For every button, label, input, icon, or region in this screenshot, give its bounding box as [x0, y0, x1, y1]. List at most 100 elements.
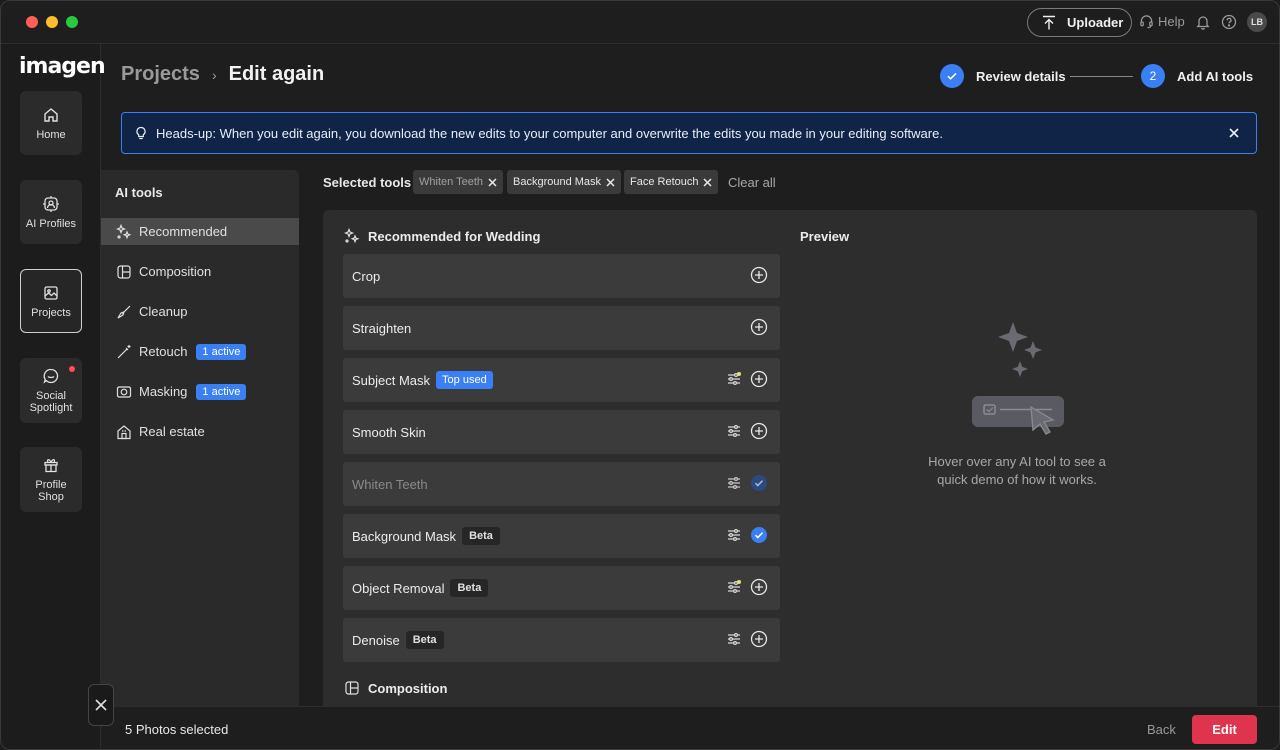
active-count-badge: 1 active [196, 343, 247, 360]
add-circle-icon[interactable] [750, 370, 768, 388]
social-spotlight-icon [43, 368, 59, 384]
chip-face-retouch: Face Retouch [624, 170, 719, 194]
beta-tag: Beta [405, 631, 444, 649]
tool-row-crop[interactable]: Crop [343, 254, 780, 298]
left-rail: imagen Home AI Profiles Projects Social … [1, 44, 106, 749]
category-retouch[interactable]: Retouch 1 active [101, 338, 299, 365]
tool-row-smooth-skin[interactable]: Smooth Skin [343, 410, 780, 454]
chip-label: Whiten Teeth [419, 176, 484, 188]
tool-name: Crop [352, 268, 381, 284]
projects-icon [44, 285, 58, 300]
chip-whiten-teeth: Whiten Teeth [413, 170, 504, 194]
ai-profiles-icon [43, 195, 59, 212]
chip-background-mask: Background Mask [507, 170, 622, 194]
settings-sliders-icon[interactable] [726, 527, 742, 543]
upload-icon [1043, 15, 1055, 29]
minimize-window-button[interactable] [46, 16, 58, 28]
close-panel-button[interactable] [88, 684, 114, 726]
bottom-bar: 5 Photos selected Back Edit [101, 706, 1279, 749]
home-icon [44, 107, 58, 122]
wand-icon [117, 344, 131, 358]
rail-item-projects[interactable]: Projects [20, 269, 82, 333]
back-button[interactable]: Back [1147, 722, 1176, 737]
rail-item-social-spotlight[interactable]: Social Spotlight [20, 358, 82, 423]
rail-label-home: Home [36, 128, 66, 141]
add-circle-icon[interactable] [750, 266, 768, 284]
help-link[interactable]: Help [1139, 14, 1185, 29]
step-connector [1070, 76, 1133, 77]
settings-sliders-icon[interactable] [726, 579, 742, 595]
settings-sliders-icon[interactable] [726, 423, 742, 439]
category-label: Masking [139, 384, 188, 399]
preview-title: Preview [800, 229, 850, 244]
chip-label: Background Mask [513, 176, 602, 188]
tool-name: Object Removal [352, 580, 445, 596]
step-review-details[interactable]: Review details [940, 64, 1066, 88]
rail-label-social-spotlight: Social Spotlight [29, 390, 73, 414]
category-masking[interactable]: Masking 1 active [101, 378, 299, 405]
category-real-estate[interactable]: Real estate [101, 418, 299, 445]
app-window: Uploader Help LB imagen Home AI Profiles… [0, 0, 1280, 750]
title-bar: Uploader Help LB [1, 1, 1279, 44]
category-cleanup[interactable]: Cleanup [101, 298, 299, 325]
clear-all-button[interactable]: Clear all [728, 175, 776, 190]
edit-button[interactable]: Edit [1192, 715, 1257, 744]
page-title: Edit again [228, 63, 325, 85]
chevron-right-icon: › [211, 66, 217, 83]
category-label: Composition [139, 264, 212, 279]
add-circle-icon[interactable] [750, 318, 768, 336]
preview-placeholder-illustration [972, 322, 1064, 435]
tool-row-straighten[interactable]: Straighten [343, 306, 780, 350]
category-recommended[interactable]: Recommended [101, 218, 299, 245]
breadcrumb-projects[interactable]: Projects [121, 63, 200, 86]
composition-icon [345, 681, 359, 695]
rail-item-ai-profiles[interactable]: AI Profiles [20, 180, 82, 244]
heads-up-banner: Heads-up: When you edit again, you downl… [121, 112, 1257, 154]
composition-icon [117, 264, 131, 279]
remove-chip-icon[interactable] [703, 177, 713, 187]
avatar[interactable]: LB [1247, 12, 1267, 32]
rail-label-profile-shop: Profile Shop [35, 479, 67, 503]
question-icon[interactable] [1221, 14, 1237, 30]
sparkles-icon [116, 223, 132, 239]
add-circle-icon[interactable] [750, 630, 768, 648]
selected-tools-label: Selected tools [323, 175, 412, 190]
tool-row-whiten-teeth[interactable]: Whiten Teeth [343, 462, 780, 506]
maximize-window-button[interactable] [66, 16, 78, 28]
selected-check-icon[interactable] [750, 526, 768, 544]
step-add-ai-tools[interactable]: 2 Add AI tools [1141, 64, 1253, 88]
close-window-button[interactable] [26, 16, 38, 28]
tools-panel: Recommended for Wedding Crop Straighten … [323, 210, 1257, 706]
tool-row-background-mask[interactable]: Background Mask Beta [343, 514, 780, 558]
tool-row-object-removal[interactable]: Object Removal Beta [343, 566, 780, 610]
tool-row-denoise[interactable]: Denoise Beta [343, 618, 780, 662]
settings-sliders-icon[interactable] [726, 475, 742, 491]
sparkles-icon [344, 228, 360, 244]
add-circle-icon[interactable] [750, 578, 768, 596]
category-label: Real estate [139, 424, 205, 439]
headset-icon [1140, 15, 1153, 29]
close-banner-icon[interactable] [1226, 125, 1242, 141]
rail-item-home[interactable]: Home [20, 91, 82, 155]
tool-name: Denoise [352, 632, 400, 648]
category-composition[interactable]: Composition [101, 258, 299, 285]
selected-check-icon[interactable] [750, 474, 768, 492]
tool-row-subject-mask[interactable]: Subject Mask Top used [343, 358, 780, 402]
settings-sliders-icon[interactable] [726, 371, 742, 387]
beta-tag: Beta [450, 579, 489, 597]
rail-item-profile-shop[interactable]: Profile Shop [20, 447, 82, 512]
tool-name: Background Mask [352, 528, 457, 544]
step-number: 2 [1141, 64, 1165, 88]
section-heading-recommended: Recommended for Wedding [344, 228, 540, 244]
notification-dot [69, 366, 75, 372]
check-icon [940, 64, 964, 88]
section-title: Recommended for Wedding [368, 228, 541, 244]
uploader-button[interactable]: Uploader [1027, 8, 1132, 37]
lightbulb-icon [136, 126, 146, 140]
settings-sliders-icon[interactable] [726, 631, 742, 647]
remove-chip-icon[interactable] [488, 177, 497, 187]
bell-icon[interactable] [1195, 14, 1211, 30]
add-circle-icon[interactable] [750, 422, 768, 440]
remove-chip-icon[interactable] [606, 177, 615, 187]
tool-name: Whiten Teeth [352, 476, 428, 492]
